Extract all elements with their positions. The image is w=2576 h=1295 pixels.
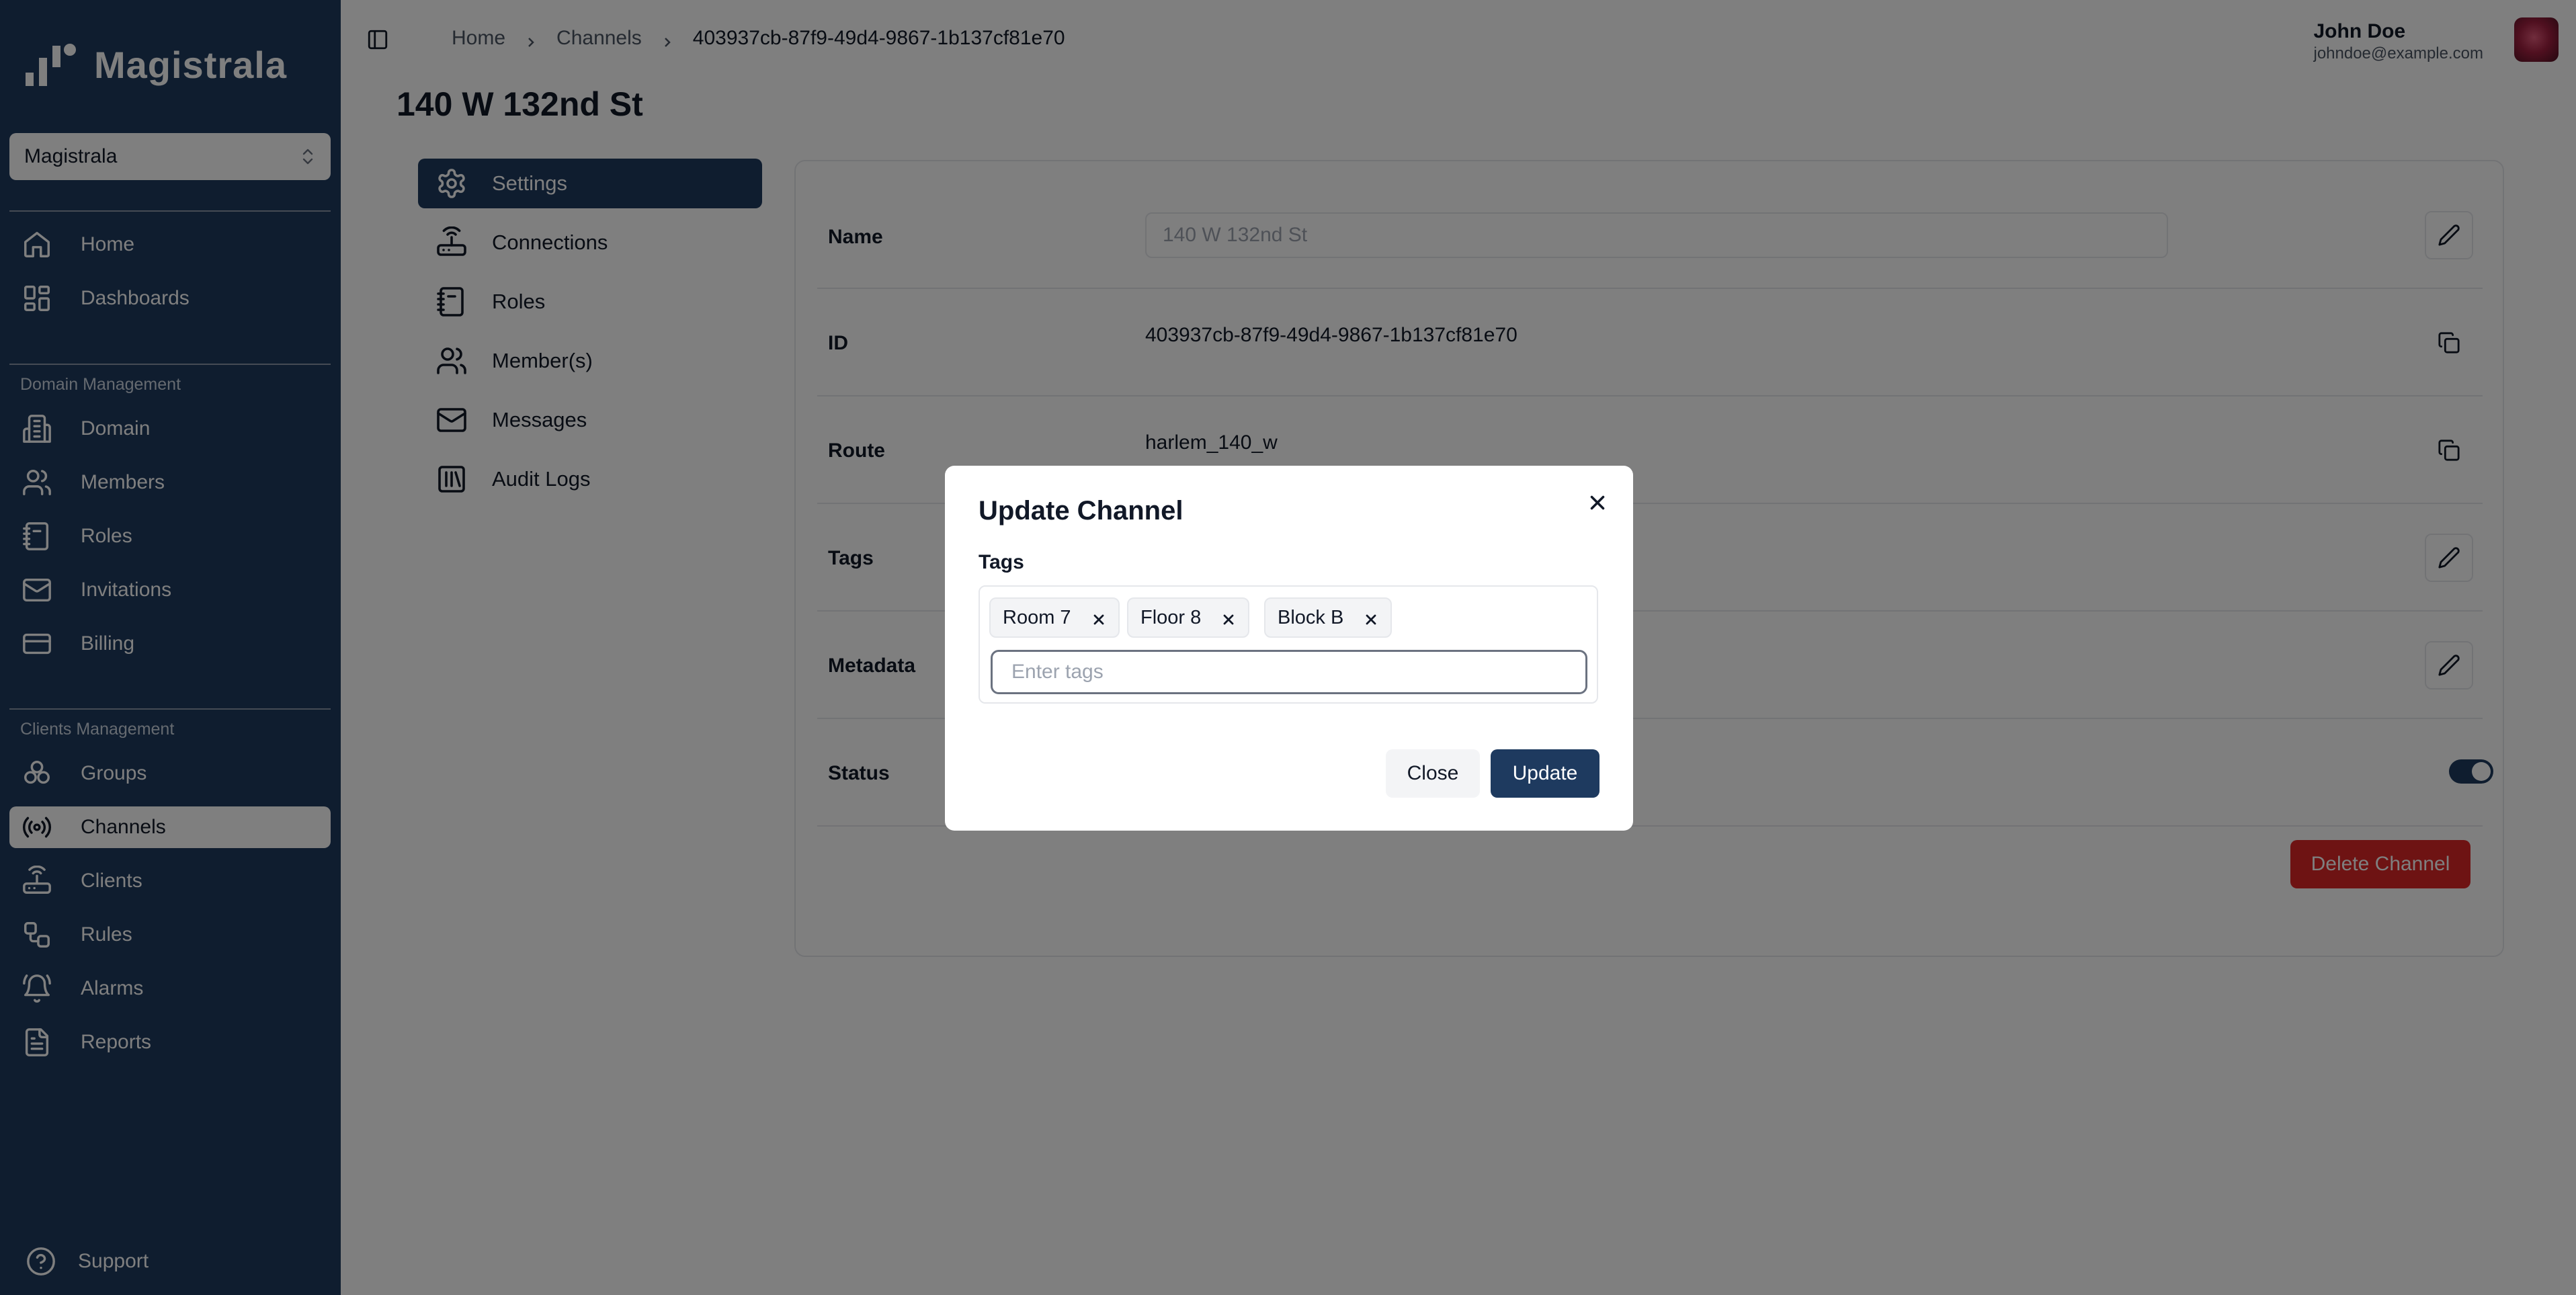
close-icon [1366, 614, 1376, 625]
tags-input-container: Room 7 Floor 8 Block B [979, 585, 1598, 704]
tag-chip: Room 7 [989, 597, 1120, 638]
close-icon [1223, 614, 1234, 625]
tag-label: Room 7 [1003, 606, 1071, 628]
dialog-close-button[interactable] [1586, 491, 1609, 514]
tag-label: Floor 8 [1140, 606, 1202, 628]
tag-chip: Block B [1264, 597, 1393, 638]
dialog-title: Update Channel [979, 496, 1183, 526]
update-channel-dialog: Update Channel Tags Room 7 Floor 8 Block… [945, 466, 1633, 831]
tags-input[interactable] [991, 650, 1587, 694]
tag-chip: Floor 8 [1127, 597, 1250, 638]
tags-field-label: Tags [979, 551, 1024, 573]
close-icon [1093, 614, 1104, 625]
remove-tag-button[interactable] [1364, 610, 1378, 625]
update-button[interactable]: Update [1491, 749, 1599, 798]
close-icon [1590, 495, 1605, 510]
remove-tag-button[interactable] [1221, 610, 1236, 625]
close-button[interactable]: Close [1386, 749, 1480, 798]
tag-label: Block B [1278, 606, 1344, 628]
remove-tag-button[interactable] [1091, 610, 1106, 625]
